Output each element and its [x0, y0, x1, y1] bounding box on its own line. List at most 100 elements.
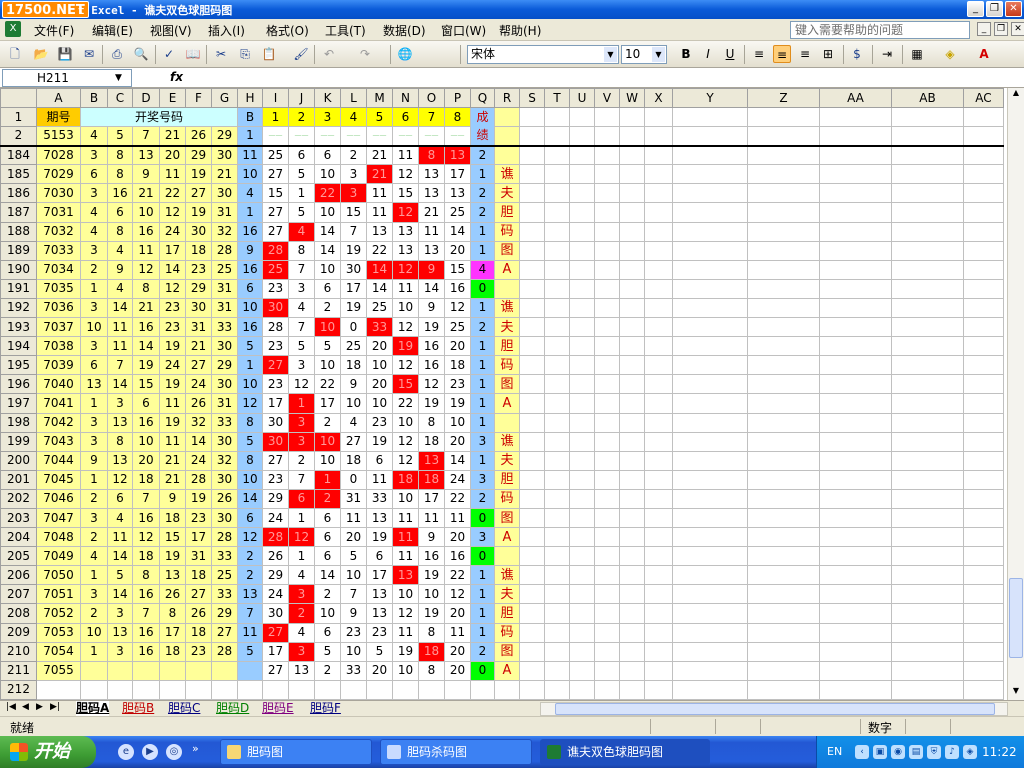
cell-ball[interactable]: 14 [107, 546, 133, 567]
cell-value[interactable]: 23 [366, 622, 393, 643]
cell-ball[interactable]: 26 [185, 393, 212, 414]
help-search-input[interactable]: 键入需要帮助的问题 [790, 21, 970, 39]
cell-blue[interactable]: 2 [237, 546, 263, 567]
cell-value[interactable]: 11 [392, 278, 419, 299]
cell[interactable] [644, 126, 673, 147]
cell-blue[interactable]: 7 [237, 603, 263, 624]
cell-value[interactable]: 10 [314, 355, 341, 376]
cell-blue[interactable]: 11 [237, 145, 263, 166]
cell-score[interactable]: 1 [470, 450, 495, 471]
cell-ball[interactable]: 11 [107, 527, 133, 548]
cell-ball[interactable]: 8 [132, 565, 160, 586]
cell-value[interactable]: 20 [444, 603, 471, 624]
cell-ball[interactable]: 12 [159, 202, 186, 223]
cell[interactable] [747, 278, 820, 299]
task-item-folder-1[interactable]: 胆码图 [220, 739, 372, 765]
cell[interactable] [672, 450, 748, 471]
cell[interactable] [594, 527, 620, 548]
cell-score[interactable]: 2 [470, 641, 495, 662]
cell[interactable] [747, 336, 820, 357]
borders-icon[interactable]: ▦ [908, 45, 926, 63]
cell[interactable] [891, 126, 964, 147]
cell[interactable] [594, 469, 620, 490]
cell-ball[interactable]: 21 [159, 469, 186, 490]
cell-label[interactable]: 胆 [494, 202, 520, 223]
header-qihao[interactable]: 期号 [36, 106, 81, 128]
sheet-tab-a[interactable]: 胆码A [76, 701, 110, 716]
cell-value[interactable]: 30 [262, 603, 289, 624]
cell[interactable] [619, 660, 645, 681]
cell-value[interactable]: 31 [340, 488, 367, 509]
cell[interactable] [819, 603, 892, 624]
cell[interactable] [963, 336, 1004, 357]
cell-ball[interactable]: 26 [185, 603, 212, 624]
cell-value[interactable]: 2 [288, 450, 315, 471]
cell-value[interactable]: 19 [392, 336, 419, 357]
cell-qihao[interactable]: 7033 [36, 240, 81, 261]
cell-qihao[interactable]: 7051 [36, 584, 81, 605]
cell-qihao[interactable]: 7053 [36, 622, 81, 643]
quicklaunch-more-icon[interactable]: » [192, 742, 199, 755]
cell-value[interactable]: 27 [262, 450, 289, 471]
cell[interactable] [594, 355, 620, 376]
cell[interactable] [672, 374, 748, 395]
cell-value[interactable] [314, 679, 341, 700]
cell[interactable] [569, 565, 595, 586]
row-header[interactable]: 192 [0, 297, 37, 319]
cell[interactable] [594, 106, 620, 128]
cell[interactable] [963, 488, 1004, 509]
cell-ball[interactable]: 16 [132, 317, 160, 338]
cell-value[interactable]: 12 [392, 317, 419, 338]
tray-app-icon[interactable]: ▣ [873, 745, 887, 759]
cell[interactable] [819, 660, 892, 681]
cell-value[interactable]: 11 [366, 202, 393, 223]
cell-value[interactable]: 13 [392, 240, 419, 261]
cell[interactable] [594, 240, 620, 261]
cell-ball[interactable]: 27 [185, 183, 212, 204]
excel-icon[interactable]: X [5, 21, 21, 37]
cell[interactable] [569, 240, 595, 261]
cell[interactable] [644, 469, 673, 490]
cell-ball[interactable]: 5 [107, 565, 133, 586]
cell-label[interactable]: 图 [494, 641, 520, 662]
cell-value[interactable]: 10 [314, 317, 341, 338]
cell-value[interactable]: 11 [392, 546, 419, 567]
cell-ball[interactable]: 8 [107, 145, 133, 166]
cell[interactable] [594, 183, 620, 204]
cell-value[interactable]: 20 [444, 527, 471, 548]
cell[interactable] [569, 317, 595, 338]
hyperlink-icon[interactable]: 🌐 [396, 45, 414, 63]
menu-file[interactable]: 文件(F) [34, 22, 74, 39]
cell[interactable] [891, 507, 964, 529]
cell-label[interactable]: 胆 [494, 469, 520, 490]
cell[interactable] [747, 374, 820, 395]
cell[interactable] [619, 412, 645, 433]
cell-value[interactable]: 10 [314, 431, 341, 452]
cell-ball[interactable]: 32 [211, 450, 238, 471]
cell-ball[interactable]: 32 [211, 221, 238, 242]
cell-value[interactable]: 3 [288, 641, 315, 662]
cell-blue[interactable]: 6 [237, 507, 263, 529]
cell[interactable] [672, 145, 748, 166]
cell-score[interactable]: 1 [470, 622, 495, 643]
cell-value[interactable]: 13 [418, 183, 445, 204]
cell-value[interactable]: 7 [340, 584, 367, 605]
row-header[interactable]: 185 [0, 164, 37, 185]
cell-qihao[interactable]: 7035 [36, 278, 81, 299]
cell[interactable] [891, 450, 964, 471]
cell-ball[interactable]: 29 [211, 603, 238, 624]
column-header-j[interactable]: J [288, 88, 315, 108]
cell-value[interactable]: 10 [392, 488, 419, 509]
cell-ball[interactable]: 24 [159, 355, 186, 376]
cell-value[interactable]: 4 [288, 221, 315, 242]
cell[interactable] [963, 412, 1004, 433]
cell[interactable] [569, 412, 595, 433]
cell-value[interactable]: 27 [262, 221, 289, 242]
cell-ball[interactable]: 2 [80, 603, 108, 624]
cell-ball[interactable]: 18 [159, 641, 186, 662]
cell[interactable] [644, 374, 673, 395]
cell-ball[interactable]: 12 [159, 278, 186, 299]
cell[interactable] [891, 641, 964, 662]
header-num[interactable]: 6 [392, 106, 419, 128]
cell-qihao[interactable]: 7036 [36, 297, 81, 319]
